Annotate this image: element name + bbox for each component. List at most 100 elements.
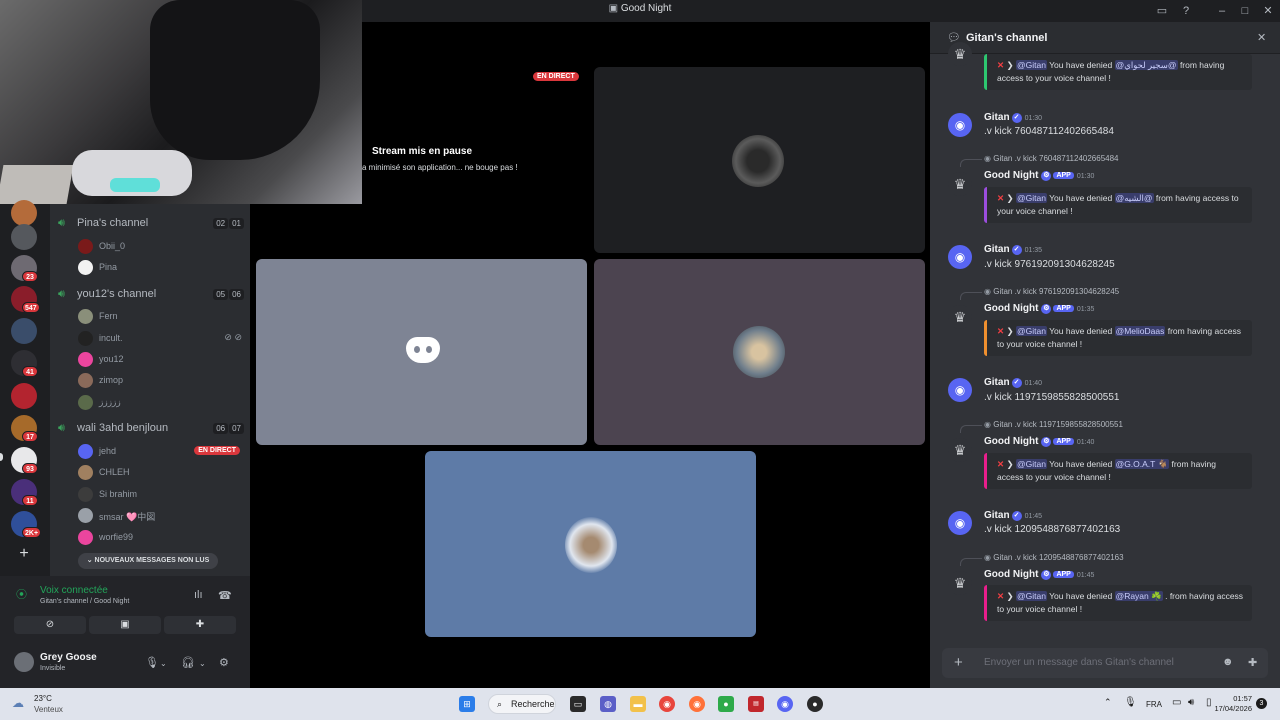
voice-user[interactable]: worfie99 — [78, 528, 242, 546]
participant-avatar — [733, 326, 785, 378]
language-indicator[interactable]: FRA — [1146, 700, 1162, 709]
reply-preview[interactable]: ◉ Gitan .v kick 1197159855828500551 — [984, 420, 1123, 429]
close-window-button[interactable]: ✕ — [1260, 3, 1276, 19]
emoji-icon[interactable]: ☻ — [1222, 656, 1234, 668]
disconnect-icon[interactable]: ☎ — [218, 589, 232, 602]
voice-channel[interactable]: 🔊︎ wali 3ahd benjloun 06 07 — [58, 420, 244, 438]
speaker-icon: 🔊︎ — [58, 288, 65, 300]
server-badge: 41 — [22, 366, 38, 377]
app-icon[interactable]: ● — [807, 696, 823, 712]
volume-icon[interactable]: 🔊︎ — [1188, 697, 1194, 708]
user-avatar[interactable]: ◉ — [948, 378, 972, 402]
avatar[interactable] — [14, 652, 34, 672]
help-icon[interactable]: ? — [1178, 3, 1194, 19]
add-attachment-icon[interactable]: + — [954, 654, 963, 671]
video-tile[interactable] — [256, 259, 587, 445]
voice-channel[interactable]: 🔊︎ Pina's channel 02 01 — [58, 215, 244, 233]
avatar — [78, 373, 93, 388]
avatar — [78, 444, 93, 459]
user-count: 05 06 — [212, 289, 244, 300]
video-tile[interactable] — [594, 67, 925, 253]
discord-logo-icon — [406, 337, 440, 363]
microphone-icon[interactable]: 🎙︎ — [145, 656, 159, 669]
voice-location[interactable]: Gitan's channel / Good Night — [40, 598, 129, 605]
add-server-icon[interactable]: + — [17, 546, 31, 562]
message-author[interactable]: Gitan ✓ 01:30 — [984, 112, 1042, 123]
user-name[interactable]: Grey Goose — [40, 652, 97, 663]
voice-user[interactable]: incult. ⊘ ⊘ — [78, 329, 242, 347]
message-author[interactable]: Gitan ✓ 01:45 — [984, 510, 1042, 521]
voice-user[interactable]: Pina — [78, 258, 242, 276]
firefox-icon[interactable]: ◉ — [689, 696, 705, 712]
notification-count[interactable]: 3 — [1256, 698, 1267, 709]
network-icon[interactable]: ▭ — [1172, 697, 1181, 708]
voice-user[interactable]: you12 — [78, 350, 242, 368]
maximize-button[interactable]: □ — [1237, 3, 1253, 19]
apps-icon[interactable]: ✚ — [1248, 656, 1257, 669]
stream-paused-title: Stream mis en pause — [371, 146, 473, 157]
video-tile[interactable] — [594, 259, 925, 445]
app-icon[interactable]: ● — [718, 696, 734, 712]
clock-time[interactable]: 01:57 — [1228, 694, 1252, 703]
task-view-icon[interactable]: ▭ — [570, 696, 586, 712]
file-explorer-icon[interactable]: ▬ — [630, 696, 646, 712]
minimize-button[interactable]: – — [1214, 3, 1230, 19]
message-author[interactable]: Gitan ✓ 01:35 — [984, 244, 1042, 255]
message-author[interactable]: Gitan ✓ 01:40 — [984, 377, 1042, 388]
close-icon[interactable]: ✕ — [1257, 31, 1266, 44]
video-tile[interactable] — [425, 451, 756, 637]
bot-author[interactable]: Good Night ⚙ APP 01:35 — [984, 303, 1094, 314]
server-icon[interactable] — [11, 383, 37, 409]
headphones-icon[interactable]: 🎧︎ — [181, 656, 195, 669]
server-badge: 547 — [22, 302, 40, 313]
chevron-down-icon[interactable]: ⌄ — [160, 659, 167, 668]
voice-user[interactable]: zimop — [78, 371, 242, 389]
message-text: .v kick 1209548876877402163 — [984, 524, 1121, 535]
app-icon[interactable]: ▤ — [748, 696, 764, 712]
start-icon[interactable]: ⊞ — [459, 696, 475, 712]
voice-user[interactable]: ززززز — [78, 393, 242, 411]
voice-user[interactable]: Obii_0 — [78, 237, 242, 255]
channel-list: 🔊︎ Pina's channel 02 01 Obii_0 Pina 🔊︎ yo… — [50, 204, 250, 576]
message-text: .v kick 1197159855828500551 — [984, 392, 1120, 403]
user-avatar[interactable]: ◉ — [948, 245, 972, 269]
bot-author[interactable]: Good Night ⚙ APP 01:45 — [984, 569, 1094, 580]
voice-user[interactable]: jehd EN DIRECT — [78, 442, 242, 460]
voice-user[interactable]: Fern — [78, 307, 242, 325]
weather-temp[interactable]: 23°C — [34, 694, 52, 703]
camera-off-button[interactable]: ⊘ — [14, 616, 86, 634]
bot-author[interactable]: Good Night ⚙ APP 01:30 — [984, 170, 1094, 181]
avatar — [78, 508, 93, 523]
server-icon[interactable] — [11, 200, 37, 226]
voice-user[interactable]: CHLEH — [78, 463, 242, 481]
bot-avatar: ♛ — [948, 571, 972, 595]
voice-user[interactable]: smsar 🩷中図 — [78, 506, 242, 524]
unread-messages-pill[interactable]: ⌄ NOUVEAUX MESSAGES NON LUS — [78, 553, 218, 569]
user-avatar[interactable]: ◉ — [948, 511, 972, 535]
taskbar-search[interactable]: ⌕ Recherche — [488, 694, 556, 714]
microphone-icon[interactable]: 🎙︎ — [1124, 697, 1137, 708]
chevron-up-icon[interactable]: ⌃ — [1104, 697, 1112, 708]
avatar — [78, 352, 93, 367]
server-icon[interactable] — [11, 224, 37, 250]
user-avatar[interactable]: ◉ — [948, 113, 972, 137]
reply-preview[interactable]: ◉ Gitan .v kick 760487112402665484 — [984, 154, 1119, 163]
noise-suppression-icon[interactable]: ılı — [194, 589, 203, 601]
server-icon[interactable] — [11, 318, 37, 344]
chevron-down-icon[interactable]: ⌄ — [199, 659, 206, 668]
weather-desc: Venteux — [34, 705, 63, 714]
inbox-icon[interactable]: ▭ — [1154, 3, 1170, 19]
reply-preview[interactable]: ◉ Gitan .v kick 976192091304628245 — [984, 287, 1119, 296]
user-count: 06 07 — [212, 423, 244, 434]
screen-share-button[interactable]: ▣ — [89, 616, 161, 634]
activities-button[interactable]: ✚ — [164, 616, 236, 634]
chrome-icon[interactable]: ◉ — [659, 696, 675, 712]
bot-embed: ✕ ❯ @Gitan You have denied @MelioDaas fr… — [984, 320, 1252, 356]
reply-preview[interactable]: ◉ Gitan .v kick 1209548876877402163 — [984, 553, 1124, 562]
voice-user[interactable]: Si brahim — [78, 485, 242, 503]
voice-channel[interactable]: 🔊︎ you12's channel 05 06 — [58, 286, 244, 304]
bot-author[interactable]: Good Night ⚙ APP 01:40 — [984, 436, 1094, 447]
chat-app-icon[interactable]: ◍ — [600, 696, 616, 712]
gear-icon[interactable]: ⚙ — [219, 656, 229, 669]
discord-icon[interactable]: ◉ — [777, 696, 793, 712]
